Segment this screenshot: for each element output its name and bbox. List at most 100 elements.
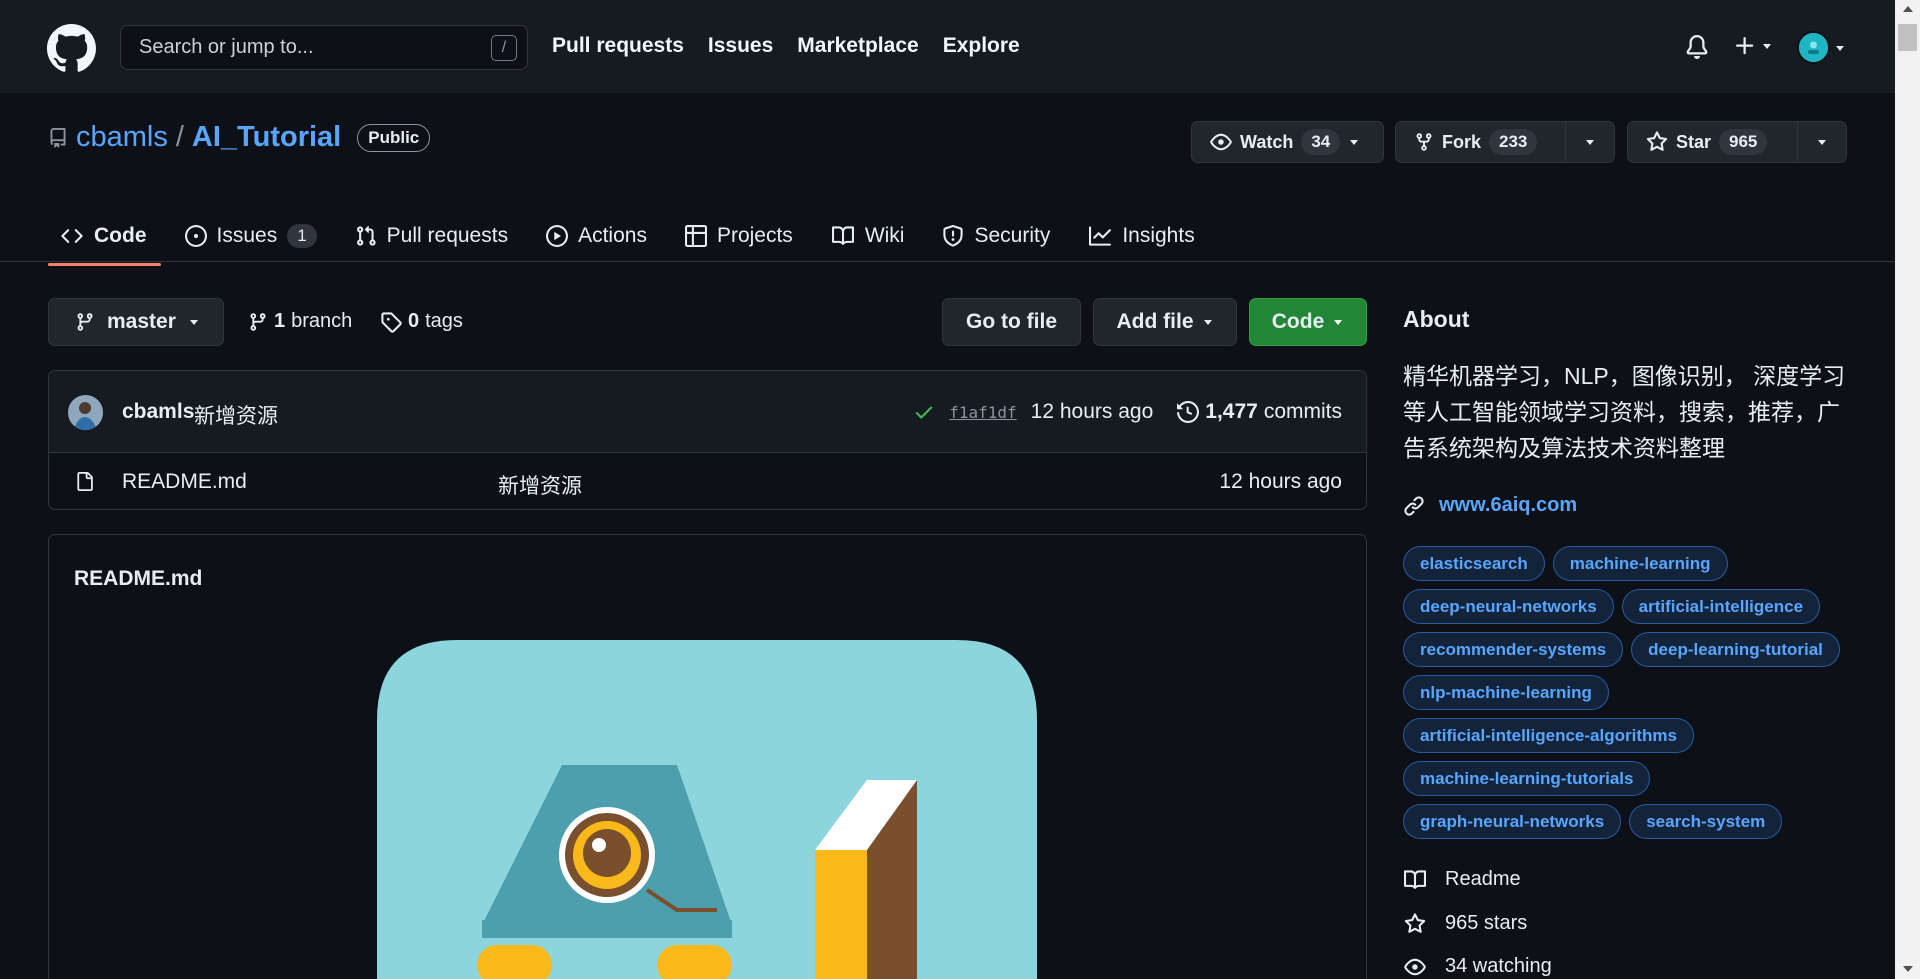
topic-tag[interactable]: nlp-machine-learning <box>1403 675 1609 710</box>
tab-actions[interactable]: Actions <box>534 211 661 261</box>
tab-label: Projects <box>716 224 793 247</box>
github-logo-icon[interactable] <box>47 24 96 73</box>
commit-author[interactable]: cbamls <box>122 400 194 424</box>
tags-count: 0 <box>408 310 420 332</box>
topic-tag[interactable]: search-system <box>1629 804 1783 839</box>
watchers-link[interactable]: 34 watching <box>1403 955 1552 978</box>
repo-owner-link[interactable]: cbamls <box>76 121 168 154</box>
topic-tag[interactable]: graph-neural-networks <box>1403 804 1622 839</box>
topic-tag[interactable]: deep-learning-tutorial <box>1631 632 1840 667</box>
eye-icon <box>1210 133 1232 151</box>
file-name-link[interactable]: README.md <box>122 470 247 494</box>
play-icon <box>546 225 569 247</box>
topic-tag[interactable]: machine-learning <box>1552 546 1728 581</box>
topic-tag[interactable]: elasticsearch <box>1403 546 1545 581</box>
star-button[interactable]: Star 965 <box>1627 121 1847 163</box>
about-description: 精华机器学习，NLP，图像识别， 深度学习等人工智能领域学习资料，搜索，推荐，广… <box>1403 363 1846 461</box>
scroll-thumb[interactable] <box>1898 24 1917 51</box>
stars-link[interactable]: 965 stars <box>1403 912 1527 935</box>
readme-title[interactable]: README.md <box>74 567 202 591</box>
topic-tag[interactable]: artificial-intelligence-algorithms <box>1403 718 1694 753</box>
global-nav: Pull requests Issues Marketplace Explore <box>552 34 1020 58</box>
user-avatar <box>1797 31 1830 64</box>
tags-label: tags <box>425 310 463 332</box>
link-icon <box>1404 495 1424 516</box>
tag-icon <box>381 311 402 333</box>
scroll-down-arrow-icon[interactable] <box>1903 966 1913 972</box>
star-dropdown[interactable] <box>1796 122 1846 162</box>
fork-button[interactable]: Fork 233 <box>1395 121 1615 163</box>
user-menu[interactable] <box>1797 31 1846 64</box>
tab-security[interactable]: Security <box>930 211 1064 261</box>
file-commit-message[interactable]: 新增资源 <box>498 470 582 500</box>
repo-name-link[interactable]: AI_Tutorial <box>192 121 341 154</box>
watch-button[interactable]: Watch 34 <box>1191 121 1384 163</box>
readme-link[interactable]: Readme <box>1403 868 1521 891</box>
file-row[interactable]: README.md 新增资源 12 hours ago <box>49 453 1366 509</box>
nav-issues[interactable]: Issues <box>708 34 773 58</box>
go-to-file-button[interactable]: Go to file <box>942 298 1081 346</box>
tags-link[interactable]: 0 tags <box>380 310 463 333</box>
watching-count-label: 34 watching <box>1445 955 1552 977</box>
topic-tag[interactable]: artificial-intelligence <box>1621 589 1821 624</box>
topic-tag[interactable]: machine-learning-tutorials <box>1403 761 1651 796</box>
scroll-up-arrow-icon[interactable] <box>1903 6 1913 12</box>
commit-time: 12 hours ago <box>1030 400 1154 423</box>
readme-panel: README.md <box>48 534 1367 979</box>
nav-explore[interactable]: Explore <box>943 34 1020 58</box>
caret-down-icon <box>1203 320 1212 325</box>
stars-count-label: 965 stars <box>1445 912 1528 934</box>
nav-marketplace[interactable]: Marketplace <box>797 34 918 58</box>
tab-insights[interactable]: Insights <box>1076 211 1208 261</box>
star-label: Star <box>1676 131 1712 152</box>
commits-label: commits <box>1263 400 1342 423</box>
create-new-menu[interactable] <box>1733 34 1773 58</box>
caret-down-icon <box>1763 44 1771 49</box>
tab-projects[interactable]: Projects <box>673 211 807 261</box>
commit-author-avatar[interactable] <box>68 395 103 430</box>
branches-link[interactable]: 1 branch <box>248 310 352 333</box>
tab-label: Security <box>974 224 1051 247</box>
code-icon <box>61 229 83 243</box>
tab-label: Code <box>94 224 147 247</box>
commit-message[interactable]: 新增资源 <box>194 400 278 430</box>
tab-code[interactable]: Code <box>48 211 161 266</box>
notifications-bell-icon[interactable] <box>1685 34 1709 60</box>
about-heading: About <box>1403 306 1470 332</box>
issue-icon <box>184 225 207 247</box>
tab-label: Pull requests <box>386 224 509 247</box>
history-icon <box>1177 401 1200 423</box>
website-link[interactable]: www.6aiq.com <box>1403 494 1577 517</box>
topic-tag[interactable]: recommender-systems <box>1403 632 1624 667</box>
page-scrollbar[interactable] <box>1895 0 1920 979</box>
branch-selector[interactable]: master <box>48 298 224 346</box>
fork-dropdown[interactable] <box>1564 122 1614 162</box>
tab-label: Issues <box>216 224 278 247</box>
tab-pull-requests[interactable]: Pull requests <box>343 211 522 261</box>
commits-history-link[interactable]: 1,477 commits <box>1177 400 1342 424</box>
add-file-label: Add file <box>1116 310 1194 333</box>
search-placeholder: Search or jump to... <box>139 36 314 58</box>
search-shortcut-key: / <box>491 35 517 61</box>
add-file-button[interactable]: Add file <box>1093 298 1237 346</box>
tab-label: Insights <box>1122 224 1195 247</box>
book-icon <box>831 226 854 245</box>
code-label: Code <box>1271 310 1325 333</box>
branch-icon <box>77 313 93 331</box>
repo-separator: / <box>175 121 184 153</box>
tab-wiki[interactable]: Wiki <box>819 211 919 261</box>
check-icon[interactable] <box>913 401 935 423</box>
caret-down-icon <box>1585 140 1594 145</box>
watch-count: 34 <box>1301 129 1341 155</box>
caret-down-icon <box>1817 140 1826 145</box>
topic-list: elasticsearch machine-learning deep-neur… <box>1403 546 1853 839</box>
topic-tag[interactable]: deep-neural-networks <box>1403 589 1614 624</box>
commit-sha-link[interactable]: f1af1df <box>949 403 1016 422</box>
repo-header: cbamls / AI_Tutorial Public Watch 34 For… <box>0 93 1895 266</box>
search-input[interactable]: Search or jump to... / <box>120 25 528 70</box>
code-button[interactable]: Code <box>1249 298 1367 346</box>
graph-icon <box>1089 226 1112 246</box>
caret-down-icon <box>1334 320 1343 325</box>
tab-issues[interactable]: Issues 1 <box>173 211 331 261</box>
nav-pull-requests[interactable]: Pull requests <box>552 34 684 58</box>
